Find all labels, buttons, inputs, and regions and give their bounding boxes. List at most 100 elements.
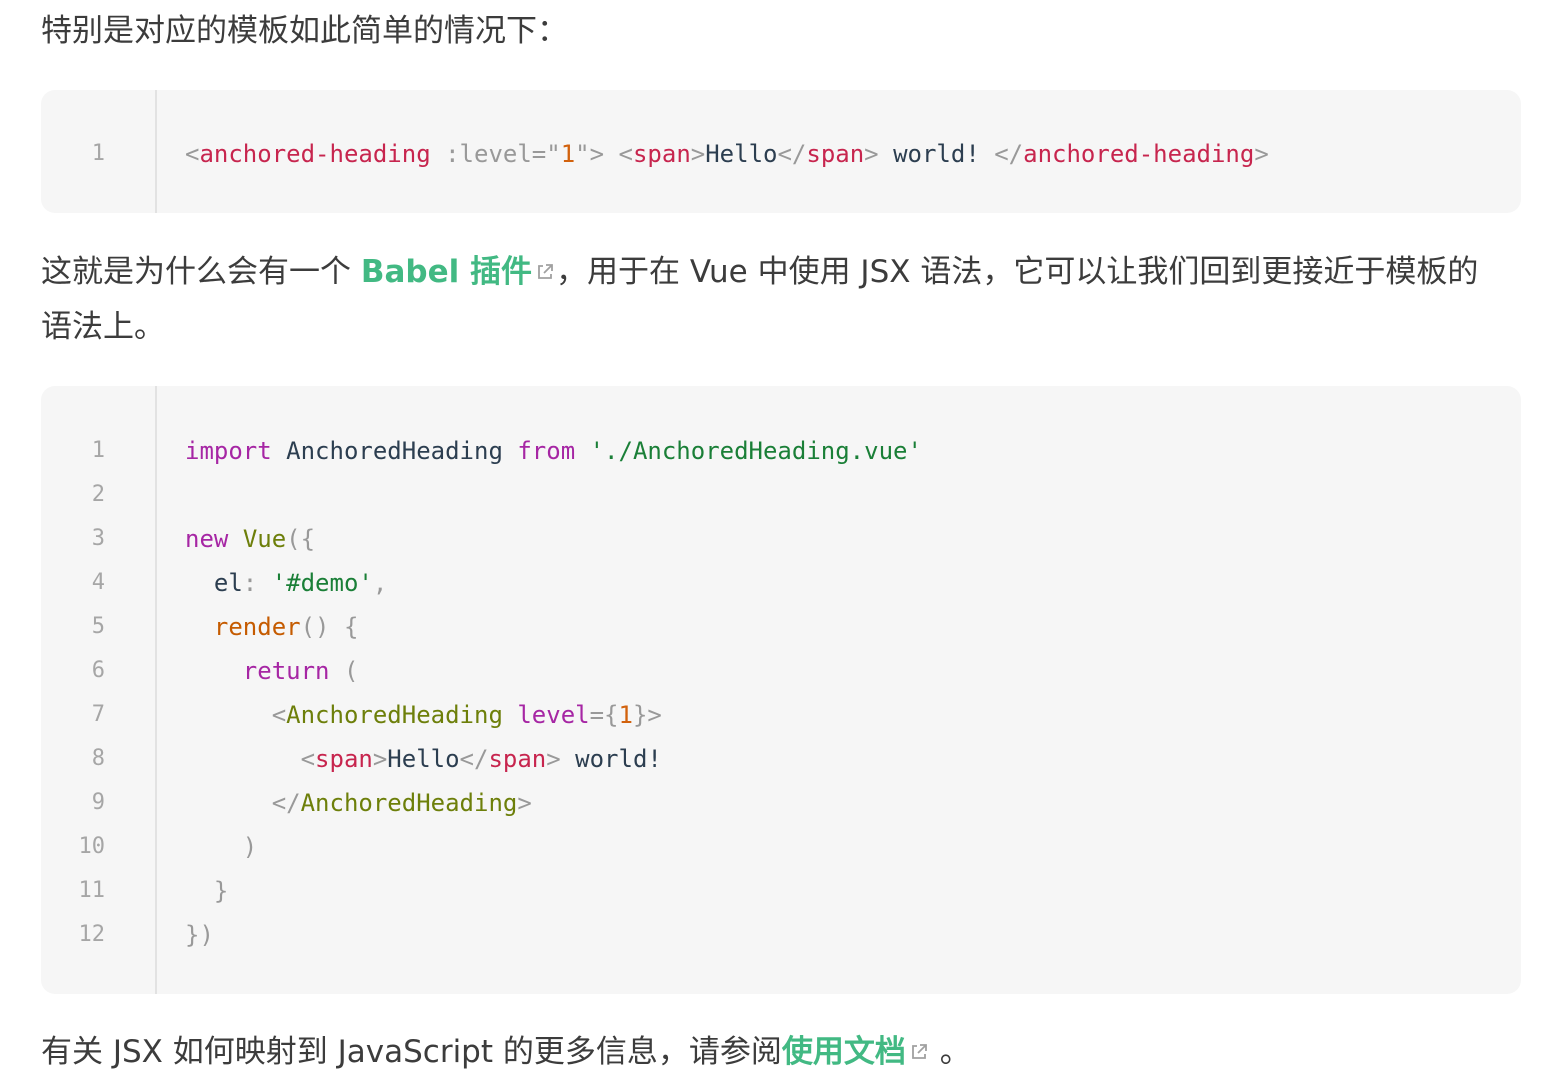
- code-token: ): [242, 833, 258, 861]
- line-number: 9: [91, 790, 105, 815]
- code-token: >: [690, 140, 706, 168]
- line-number-gutter: 1 2 3 4 5 6 7 8 9 10 11 12: [41, 386, 157, 994]
- code-line: new Vue({: [185, 517, 922, 561]
- code-token: span: [806, 140, 865, 168]
- code-token: <: [618, 140, 633, 168]
- code-token: {: [343, 613, 359, 641]
- code-token: <: [271, 701, 287, 729]
- code-token: <: [185, 140, 200, 168]
- babel-plugin-link-text: Babel 插件: [360, 254, 533, 290]
- babel-text-before: 这就是为什么会有一个: [41, 254, 361, 290]
- code-token: span: [488, 745, 547, 773]
- code-token: AnchoredHeading: [271, 437, 518, 465]
- code-token: './AnchoredHeading.vue': [589, 437, 922, 465]
- line-number: 3: [91, 526, 105, 551]
- code-jsx-content: import AnchoredHeading from './AnchoredH…: [185, 429, 922, 957]
- code-token: anchored-heading: [1023, 140, 1255, 168]
- code-line: import AnchoredHeading from './AnchoredH…: [185, 429, 922, 473]
- code-token: ,: [372, 569, 388, 597]
- code-token: >: [517, 789, 532, 817]
- babel-text-after: ，用于在 Vue 中使用 JSX 语法，它可以让我们回到更接近于模板的: [556, 254, 1479, 290]
- code-line: <span>Hello</span> world!: [185, 737, 922, 781]
- code-token: :: [242, 569, 258, 597]
- intro-paragraph: 特别是对应的模板如此简单的情况下：: [41, 13, 568, 49]
- code-token: Vue: [242, 525, 287, 553]
- code-token: 1: [560, 140, 576, 168]
- line-number: 12: [78, 922, 106, 947]
- code-token: '#demo': [271, 569, 373, 597]
- code-token: return: [242, 657, 330, 685]
- code-token: AnchoredHeading: [286, 701, 503, 729]
- code-line: <anchored-heading :level="1"> <span>Hell…: [185, 132, 1269, 176]
- code-token: span: [632, 140, 691, 168]
- code-token: Hello: [705, 140, 778, 168]
- line-number: 4: [91, 570, 105, 595]
- code-line: ): [185, 825, 922, 869]
- code-token: AnchoredHeading: [300, 789, 518, 817]
- external-link-icon: [908, 1041, 930, 1063]
- line-number: 1: [91, 141, 105, 166]
- code-token: >: [1254, 140, 1269, 168]
- doc-page: 特别是对应的模板如此简单的情况下： 1 <anchored-heading :l…: [0, 0, 1551, 1082]
- code-token: >: [864, 140, 879, 168]
- code-token: }): [185, 921, 214, 949]
- code-line: }): [185, 913, 922, 957]
- code-token: 1: [618, 701, 633, 729]
- code-block-template: 1 <anchored-heading :level="1"> <span>He…: [41, 90, 1521, 213]
- usage-docs-link-text: 使用文档: [781, 1034, 906, 1070]
- code-token: anchored-heading: [199, 140, 431, 168]
- code-token: (): [300, 613, 330, 641]
- code-token: >: [372, 745, 388, 773]
- code-token: =": [531, 140, 561, 168]
- line-number: 7: [91, 702, 105, 727]
- code-line: </AnchoredHeading>: [185, 781, 922, 825]
- code-token: }>: [632, 701, 662, 729]
- code-token: ">: [575, 140, 605, 168]
- code-line: el: '#demo',: [185, 561, 922, 605]
- code-line: }: [185, 869, 922, 913]
- external-link-icon: [534, 261, 556, 283]
- code-line: render() {: [185, 605, 922, 649]
- code-line: return (: [185, 649, 922, 693]
- code-token: from: [517, 437, 576, 465]
- code-token: new: [185, 525, 229, 553]
- code-token: level: [517, 701, 590, 729]
- jsx-docs-paragraph: 有关 JSX 如何映射到 JavaScript 的更多信息，请参阅使用文档 。: [41, 1025, 1521, 1080]
- code-token: :level: [445, 140, 532, 168]
- code-token: world!: [560, 745, 662, 773]
- code-token: import: [185, 437, 272, 465]
- usage-docs-link[interactable]: 使用文档: [782, 1034, 930, 1070]
- code-token: Hello: [387, 745, 460, 773]
- code-token: <: [300, 745, 316, 773]
- babel-text-line2: 语法上。: [41, 309, 165, 345]
- line-number-gutter: 1: [41, 90, 157, 213]
- code-token: ({: [286, 525, 316, 553]
- code-token: </: [271, 789, 301, 817]
- code-token: </: [994, 140, 1024, 168]
- code-block-jsx: 1 2 3 4 5 6 7 8 9 10 11 12 import AnchoredHeading f…: [41, 386, 1521, 994]
- code-token: world!: [878, 140, 995, 168]
- code-line: <AnchoredHeading level={1}>: [185, 693, 922, 737]
- babel-paragraph: 这就是为什么会有一个 Babel 插件 ，用于在 Vue 中使用 JSX 语法，它…: [41, 245, 1521, 355]
- code-token: el: [185, 569, 243, 597]
- code-template-content: <anchored-heading :level="1"> <span>Hell…: [185, 132, 1269, 176]
- code-token: </: [777, 140, 807, 168]
- docs-text-after: 。: [929, 1034, 971, 1070]
- babel-plugin-link[interactable]: Babel 插件: [361, 254, 556, 290]
- line-number: 6: [91, 658, 105, 683]
